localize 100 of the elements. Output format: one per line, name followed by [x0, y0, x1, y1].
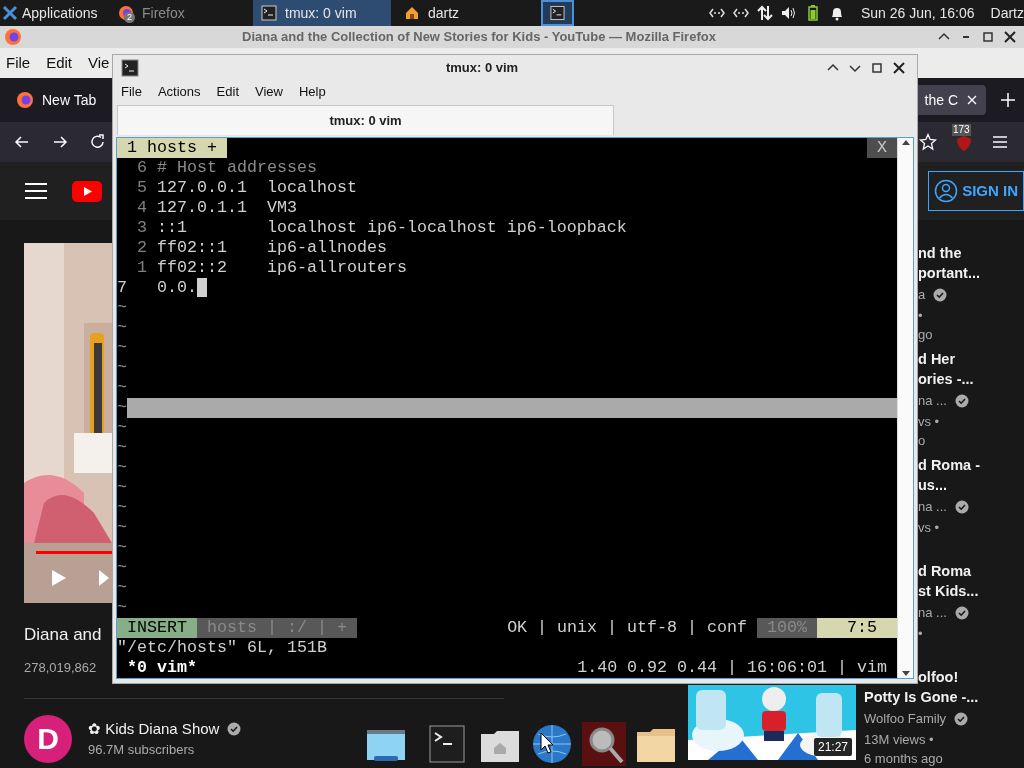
menu-item[interactable]: Edit [46, 51, 73, 75]
view-count: 13M views • [864, 731, 934, 749]
empty-line-marker: ~ [117, 338, 127, 358]
video-duration: 21:27 [813, 738, 852, 756]
play-logo-icon[interactable] [72, 180, 102, 202]
terminal-icon [121, 59, 139, 77]
code-line: ff02::1 ip6-allnodes [157, 238, 387, 257]
window-title: Diana and the Collection of New Stories for Kids - YouTube — Mozilla Firefox [242, 29, 716, 45]
mouse-pointer-icon [540, 732, 554, 754]
menu-icon[interactable] [991, 133, 1009, 151]
menu-item[interactable]: Help [298, 82, 326, 102]
text-cursor [197, 278, 207, 297]
video-title[interactable]: ories -... [918, 369, 974, 389]
video-title[interactable]: us... [918, 475, 947, 495]
video-title: Diana and [24, 624, 102, 646]
channel-avatar[interactable]: D [24, 714, 72, 763]
command-line: "/etc/hosts" 6L, 151B [117, 638, 327, 658]
empty-line-marker: ~ [117, 498, 127, 518]
line-number: 6 [136, 158, 147, 178]
line-number: 4 [136, 198, 147, 218]
line-number: 2 [136, 238, 147, 258]
reload-icon[interactable] [89, 133, 107, 151]
search-icon[interactable] [582, 722, 626, 766]
terminal-icon [550, 5, 565, 21]
view-count: 278,019,862 [24, 659, 97, 677]
terminal-tab[interactable]: tmux: 0 vim [117, 105, 614, 135]
count-badge: 173 [952, 123, 971, 136]
empty-line-marker: ~ [117, 558, 127, 578]
browser-tab[interactable]: New Tab [8, 85, 105, 115]
line-number: 1 [136, 258, 147, 278]
code-line: 127.0.1.1 VM3 [157, 198, 297, 217]
volume-icon[interactable] [780, 5, 797, 21]
empty-line-marker: ~ [117, 458, 127, 478]
empty-line-marker: ~ [117, 598, 127, 618]
new-tab-icon[interactable] [1000, 92, 1016, 108]
empty-line-marker: ~ [117, 478, 127, 498]
window-title: tmux: 0 vim [445, 60, 519, 76]
clock[interactable]: Sun 26 Jun, 16:06 [860, 2, 975, 24]
video-title[interactable]: nd the [918, 243, 962, 263]
applications-menu[interactable]: Applications [0, 0, 110, 26]
close-icon[interactable] [966, 94, 978, 106]
empty-line-marker: ~ [117, 318, 127, 338]
menu-item[interactable]: File [121, 82, 142, 102]
taskbar-button[interactable]: tmux: 0 vim [253, 0, 391, 26]
channel-name[interactable]: Wolfoo Family [864, 709, 947, 728]
menu-icon[interactable] [24, 181, 48, 201]
code-line: # Host addresses [157, 158, 317, 177]
workspace-button[interactable] [541, 0, 574, 26]
scroll-down-icon[interactable] [900, 670, 911, 678]
line-number: 5 [136, 178, 147, 198]
verified-icon [954, 393, 969, 408]
channel-name[interactable]: na ... [918, 391, 947, 410]
scroll-up-icon[interactable] [900, 138, 911, 146]
channel-name[interactable]: na ... [918, 603, 947, 622]
transfer-icon[interactable] [756, 5, 773, 21]
video-title[interactable]: d Roma - [918, 455, 981, 475]
empty-line-marker: ~ [117, 358, 127, 378]
menu-item[interactable]: File [6, 51, 31, 75]
empty-line-marker: ~ [117, 418, 127, 438]
taskbar-button[interactable]: dartz [396, 0, 534, 26]
channel-name[interactable]: ✿ Kids Diana Show [88, 717, 220, 740]
user-name[interactable]: Dartz [990, 2, 1024, 24]
video-title[interactable]: d Roma [918, 561, 972, 581]
menu-item[interactable]: View [255, 82, 283, 102]
taskbar-button[interactable]: 2 Firefox [110, 0, 248, 26]
upload-age: 6 months ago [864, 750, 943, 768]
view-count: vs • [918, 519, 940, 537]
channel-name[interactable]: na ... [918, 497, 947, 516]
channel-name[interactable]: a [918, 285, 926, 304]
close-button[interactable]: X [867, 138, 897, 158]
subscriber-count: 96.7M subscribers [88, 741, 196, 759]
upload-age: o [918, 432, 926, 450]
count-badge: 2 [124, 12, 135, 23]
cursor-position: 7:5 [817, 618, 897, 638]
tmux-window[interactable]: *0 vim* [117, 658, 197, 678]
buffer-tab[interactable]: 1 hosts + [117, 138, 227, 158]
empty-line-marker: ~ [117, 538, 127, 558]
empty-line-marker: ~ [117, 518, 127, 538]
browser-tab[interactable]: the C [916, 85, 986, 115]
upload-age: go [918, 326, 933, 344]
video-title[interactable]: d Her [918, 349, 956, 369]
empty-line-marker: ~ [117, 298, 127, 318]
verified-icon [227, 721, 242, 736]
menu-item[interactable]: Actions [157, 82, 201, 102]
menu-item[interactable]: Edit [216, 82, 239, 102]
firefox-icon [16, 91, 34, 109]
video-title[interactable]: olfoo! [918, 667, 959, 687]
verified-icon [954, 499, 969, 514]
menu-item[interactable]: Vie [88, 51, 110, 75]
empty-line-marker: ~ [117, 398, 127, 418]
view-count: vs • [918, 413, 940, 431]
empty-line-marker: ~ [117, 438, 127, 458]
video-title[interactable]: Potty Is Gone -... [864, 687, 979, 707]
sign-in-button[interactable]: SIGN IN [928, 171, 1024, 211]
star-icon[interactable] [919, 133, 937, 151]
video-title[interactable]: st Kids... [918, 581, 979, 601]
file-format: OK | unix | utf-8 | conf [507, 618, 748, 638]
code-line: 127.0.0.1 localhost [157, 178, 357, 197]
scrollbar[interactable] [897, 138, 913, 678]
video-title[interactable]: portant... [918, 263, 981, 283]
